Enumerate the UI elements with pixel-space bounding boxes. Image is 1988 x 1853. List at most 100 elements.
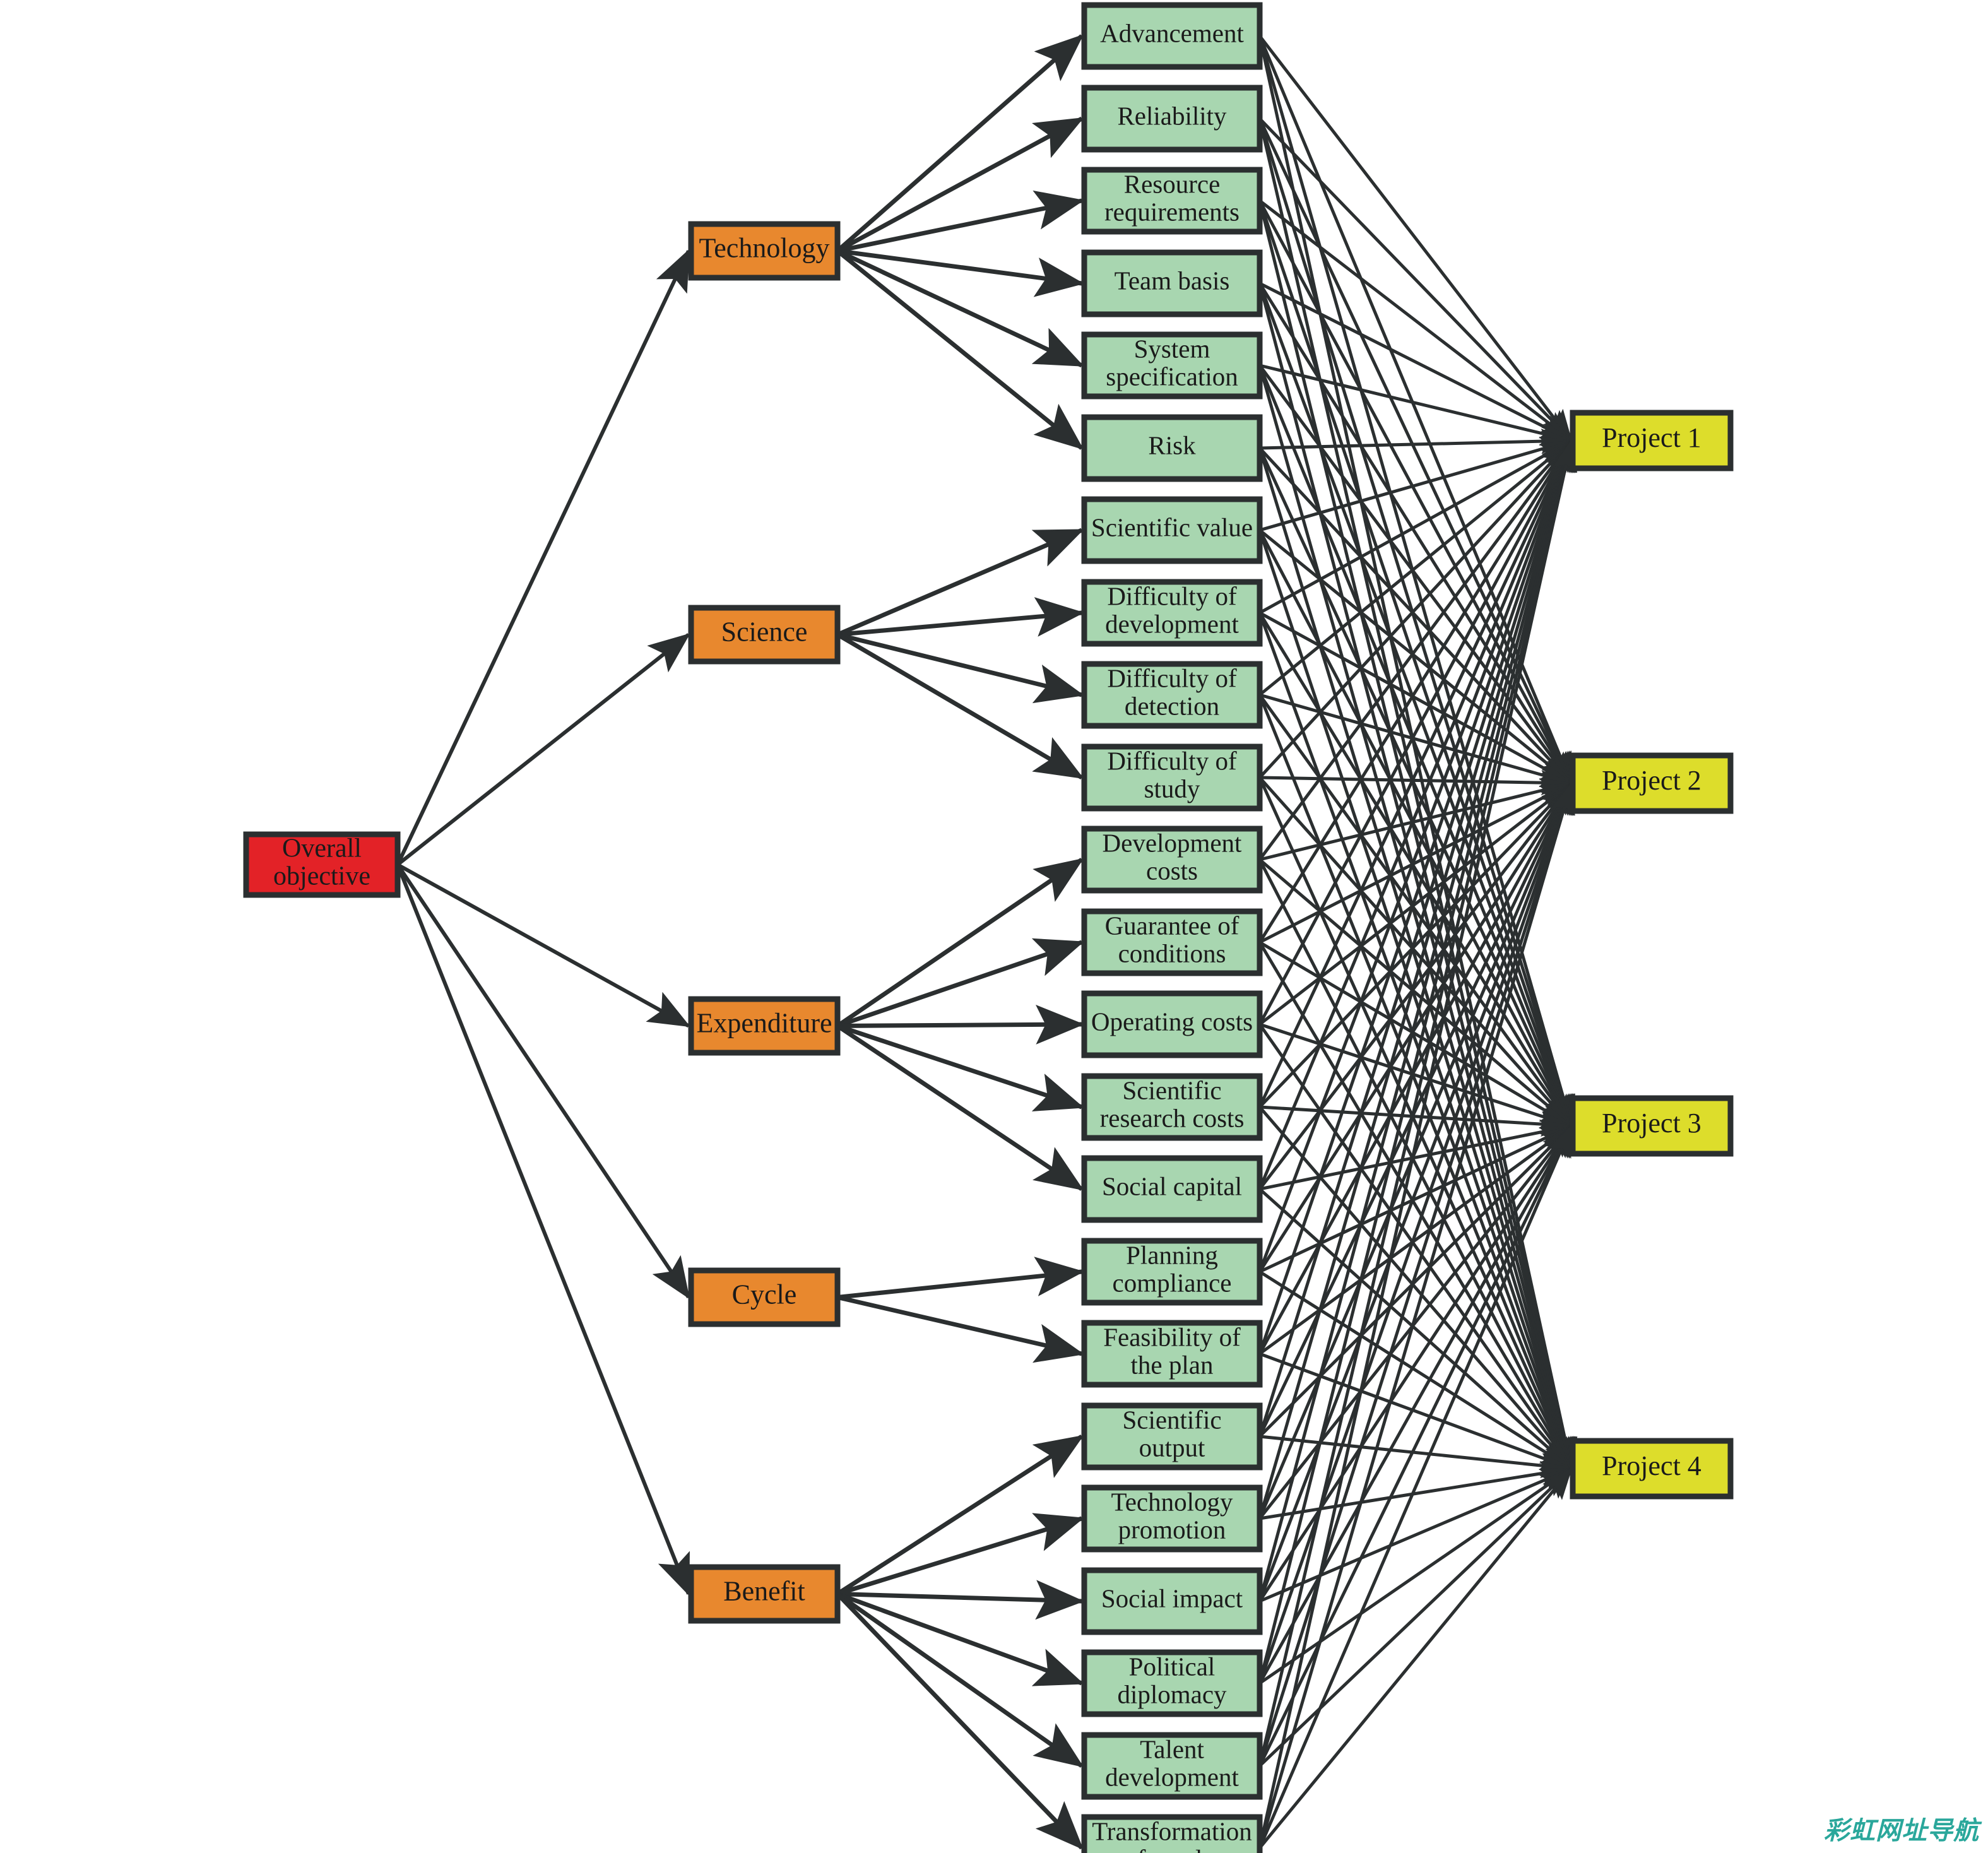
subcriteria-node-feasibility-of-the-plan-label: the plan xyxy=(1131,1350,1214,1379)
subcriteria-node-operating-costs-label: Operating costs xyxy=(1091,1007,1253,1036)
subcriteria-node-social-impact[interactable]: Social impact xyxy=(1081,1567,1263,1635)
subcriteria-node-scientific-value-label: Scientific value xyxy=(1091,512,1253,542)
watermark-label: 彩虹网址导航 xyxy=(1824,1816,1979,1845)
subcriteria-node-team-basis[interactable]: Team basis xyxy=(1081,249,1263,317)
edge-expenditure-to-scientific-research-costs xyxy=(836,1024,1084,1111)
alternative-node-project-1-label: Project 1 xyxy=(1602,422,1701,453)
edge-goal-to-expenditure xyxy=(396,863,691,1028)
edges-goal-to-criteria xyxy=(396,249,691,1596)
criteria-node-science[interactable]: Science xyxy=(688,605,841,665)
criteria-node-technology-label: Technology xyxy=(699,233,829,264)
alternative-node-project-1[interactable]: Project 1 xyxy=(1570,410,1734,471)
edge-social-impact-to-project-2 xyxy=(1258,782,1573,1602)
subcriteria-node-difficulty-of-detection[interactable]: Difficulty ofdetection xyxy=(1081,661,1263,729)
subcriteria-node-system-specification[interactable]: Systemspecification xyxy=(1081,331,1263,400)
subcriteria-node-risk[interactable]: Risk xyxy=(1081,414,1263,482)
edges-criteria-to-subcriteria xyxy=(836,34,1085,1850)
subcriteria-node-difficulty-of-study[interactable]: Difficulty ofstudy xyxy=(1081,743,1263,812)
edge-benefit-to-scientific-output xyxy=(836,1435,1084,1596)
subcriteria-node-transformation-of-results-label: of results xyxy=(1124,1844,1219,1853)
edge-benefit-to-talent-development xyxy=(836,1592,1084,1768)
edge-benefit-to-transformation-of-results xyxy=(836,1592,1084,1850)
subcriteria-node-scientific-output[interactable]: Scientificoutput xyxy=(1081,1402,1263,1471)
subcriteria-node-advancement[interactable]: Advancement xyxy=(1081,2,1263,70)
edge-science-to-scientific-value xyxy=(836,528,1084,637)
edge-advancement-to-project-4 xyxy=(1258,35,1578,1470)
subcriteria-node-talent-development[interactable]: Talentdevelopment xyxy=(1081,1732,1263,1800)
subcriteria-node-scientific-research-costs-label: Scientific xyxy=(1122,1075,1221,1104)
subcriteria-node-risk-label: Risk xyxy=(1148,430,1196,459)
edge-technology-to-reliability xyxy=(836,116,1084,253)
goal-node-overall-objective-label: objective xyxy=(273,862,370,891)
subcriteria-node-technology-promotion[interactable]: Technologypromotion xyxy=(1081,1484,1263,1553)
hierarchy-canvas: Overallobjective Technology Science Expendi… xyxy=(243,2,1734,1853)
criteria-node-expenditure[interactable]: Expenditure xyxy=(688,996,841,1056)
edge-difficulty-of-study-to-project-2 xyxy=(1259,770,1573,796)
edge-benefit-to-technology-promotion xyxy=(836,1513,1085,1596)
edge-risk-to-project-1 xyxy=(1259,429,1573,454)
subcriteria-node-guarantee-of-conditions-label: Guarantee of xyxy=(1105,911,1240,940)
goal-node-overall-objective-label: Overall xyxy=(282,834,362,863)
edge-expenditure-to-guarantee-of-conditions xyxy=(836,938,1084,1028)
alternative-node-project-2-label: Project 2 xyxy=(1602,765,1701,796)
subcriteria-node-development-costs[interactable]: Developmentcosts xyxy=(1081,826,1263,894)
subcriteria-node-feasibility-of-the-plan-label: Feasibility of xyxy=(1103,1322,1241,1351)
edge-expenditure-to-social-capital xyxy=(836,1024,1084,1191)
subcriteria-node-reliability[interactable]: Reliability xyxy=(1081,85,1263,153)
subcriteria-node-planning-compliance[interactable]: Planningcompliance xyxy=(1081,1238,1263,1306)
edge-expenditure-to-operating-costs xyxy=(837,1004,1085,1045)
subcriteria-node-social-capital[interactable]: Social capital xyxy=(1081,1155,1263,1223)
subcriteria-node-resource-requirements[interactable]: Resourcerequirements xyxy=(1081,167,1263,235)
subcriteria-node-guarantee-of-conditions[interactable]: Guarantee ofconditions xyxy=(1081,908,1263,976)
edge-science-to-difficulty-of-development xyxy=(837,597,1085,637)
goal-node-overall-objective[interactable]: Overallobjective xyxy=(243,831,401,898)
subcriteria-node-development-costs-label: Development xyxy=(1103,828,1242,857)
criteria-node-benefit[interactable]: Benefit xyxy=(688,1564,841,1624)
criteria-node-expenditure-label: Expenditure xyxy=(696,1008,832,1039)
edge-scientific-research-costs-to-project-1 xyxy=(1258,439,1573,1108)
subcriteria-node-technology-promotion-label: Technology xyxy=(1111,1487,1233,1516)
edge-goal-to-technology xyxy=(396,249,690,866)
criteria-node-cycle-label: Cycle xyxy=(732,1279,797,1310)
subcriteria-node-scientific-research-costs[interactable]: Scientificresearch costs xyxy=(1081,1073,1263,1141)
subcriteria-node-talent-development-label: Talent xyxy=(1140,1734,1204,1763)
alternative-node-project-2[interactable]: Project 2 xyxy=(1570,752,1734,814)
edge-technology-promotion-to-project-3 xyxy=(1258,1125,1573,1520)
subcriteria-node-planning-compliance-label: compliance xyxy=(1113,1268,1232,1297)
subcriteria-node-political-diplomacy-label: Political xyxy=(1129,1652,1216,1681)
edge-technology-to-resource-requirements xyxy=(837,190,1085,253)
subcriteria-node-transformation-of-results[interactable]: Transformationof results xyxy=(1081,1814,1263,1853)
subcriteria-node-technology-promotion-label: promotion xyxy=(1118,1515,1226,1544)
alternative-node-project-4[interactable]: Project 4 xyxy=(1570,1438,1734,1500)
edge-transformation-of-results-to-project-4 xyxy=(1258,1467,1573,1849)
subcriteria-node-resource-requirements-label: requirements xyxy=(1104,197,1240,226)
edge-goal-to-science xyxy=(396,633,690,867)
edge-social-capital-to-project-3 xyxy=(1259,1119,1573,1191)
subcriteria-node-transformation-of-results-label: Transformation xyxy=(1092,1816,1252,1845)
subcriteria-node-scientific-research-costs-label: research costs xyxy=(1100,1103,1245,1132)
edge-benefit-to-social-impact xyxy=(837,1580,1085,1620)
subcriteria-node-social-capital-label: Social capital xyxy=(1102,1171,1242,1200)
subcriteria-node-difficulty-of-development-label: development xyxy=(1105,609,1239,638)
edge-science-to-difficulty-of-detection xyxy=(837,632,1085,704)
subcriteria-node-system-specification-label: specification xyxy=(1106,362,1238,391)
subcriteria-node-difficulty-of-development[interactable]: Difficulty ofdevelopment xyxy=(1081,579,1263,647)
criteria-node-cycle[interactable]: Cycle xyxy=(688,1267,841,1327)
edge-benefit-to-political-diplomacy xyxy=(836,1592,1084,1686)
subcriteria-node-political-diplomacy[interactable]: Politicaldiplomacy xyxy=(1081,1649,1263,1717)
criteria-node-technology[interactable]: Technology xyxy=(688,221,841,281)
subcriteria-node-advancement-label: Advancement xyxy=(1100,18,1244,47)
subcriteria-node-political-diplomacy-label: diplomacy xyxy=(1117,1679,1227,1708)
alternative-node-project-3[interactable]: Project 3 xyxy=(1570,1095,1734,1157)
subcriteria-node-operating-costs[interactable]: Operating costs xyxy=(1081,990,1263,1058)
subcriteria-node-guarantee-of-conditions-label: conditions xyxy=(1118,938,1226,968)
subcriteria-node-difficulty-of-study-label: study xyxy=(1144,774,1200,803)
edge-science-to-difficulty-of-study xyxy=(836,632,1084,780)
edge-expenditure-to-development-costs xyxy=(836,858,1084,1028)
subcriteria-node-difficulty-of-detection-label: Difficulty of xyxy=(1107,663,1237,692)
edge-cycle-to-planning-compliance xyxy=(837,1257,1085,1299)
subcriteria-node-resource-requirements-label: Resource xyxy=(1124,169,1221,198)
subcriteria-node-system-specification-label: System xyxy=(1134,334,1210,363)
subcriteria-node-scientific-value[interactable]: Scientific value xyxy=(1081,496,1263,564)
subcriteria-node-feasibility-of-the-plan[interactable]: Feasibility ofthe plan xyxy=(1081,1320,1263,1388)
